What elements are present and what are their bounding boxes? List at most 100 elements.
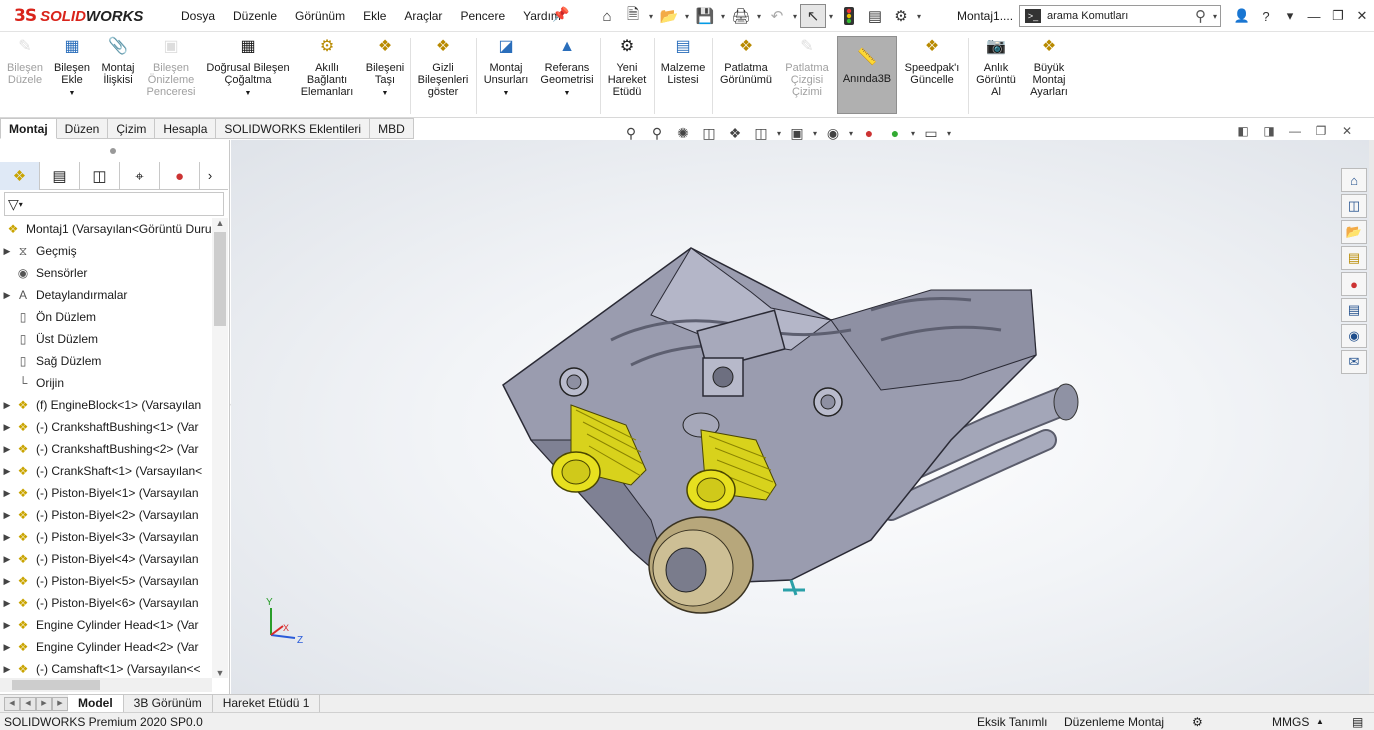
restore-icon[interactable]: ❐ bbox=[1326, 8, 1350, 24]
view-orientation-dropdown-icon[interactable]: ▾ bbox=[774, 129, 784, 138]
units-dropdown-icon[interactable]: ▲ bbox=[1316, 717, 1324, 726]
tree-item[interactable]: ▶ ❖ (-) Piston-Biyel<3> (Varsayılan bbox=[0, 526, 212, 548]
expand-arrow-icon[interactable]: ▶ bbox=[0, 444, 14, 455]
undo-icon[interactable]: ↶ bbox=[764, 4, 790, 28]
tab-montaj[interactable]: Montaj bbox=[0, 118, 57, 139]
search-dropdown-icon[interactable]: ▾ bbox=[1210, 12, 1220, 21]
expand-arrow-icon[interactable]: ▶ bbox=[0, 400, 14, 411]
expand-arrow-icon[interactable]: ▶ bbox=[0, 664, 14, 675]
view-orientation-icon[interactable]: ◫ bbox=[748, 125, 774, 142]
tab-mbd[interactable]: MBD bbox=[370, 118, 414, 139]
pane-right-icon[interactable]: ◨ bbox=[1258, 124, 1280, 138]
apply-scene-icon[interactable]: ● bbox=[882, 125, 908, 141]
hide-show-dropdown-icon[interactable]: ▾ bbox=[846, 129, 856, 138]
viewport-close-icon[interactable]: ✕ bbox=[1336, 124, 1358, 138]
large-assembly-settings-button[interactable]: ❖ Büyük Montaj Ayarları bbox=[1024, 36, 1074, 99]
tab-solidworks-eklentileri[interactable]: SOLIDWORKS Eklentileri bbox=[216, 118, 371, 139]
solidworks-forum-icon[interactable]: ◉ bbox=[1341, 324, 1367, 348]
expand-arrow-icon[interactable]: ▶ bbox=[0, 510, 14, 521]
tree-item[interactable]: ▯ Sağ Düzlem bbox=[0, 350, 212, 372]
tree-item[interactable]: ▶ ❖ Engine Cylinder Head<2> (Var bbox=[0, 636, 212, 658]
expand-arrow-icon[interactable]: ▶ bbox=[0, 554, 14, 565]
file-explorer-icon[interactable]: 📂 bbox=[1341, 220, 1367, 244]
tab-motion-study[interactable]: Hareket Etüdü 1 bbox=[213, 694, 321, 713]
tab-3d-view[interactable]: 3B Görünüm bbox=[124, 694, 213, 713]
scroll-up-icon[interactable]: ▲ bbox=[212, 218, 228, 228]
close-icon[interactable]: ✕ bbox=[1350, 8, 1374, 24]
tree-item[interactable]: ▶ ❖ (f) EngineBlock<1> (Varsayılan bbox=[0, 394, 212, 416]
status-units[interactable]: MMGS bbox=[1272, 715, 1309, 729]
dynamic-annotation-icon[interactable]: ❖ bbox=[722, 125, 748, 142]
expand-arrow-icon[interactable]: ▶ bbox=[0, 488, 14, 499]
view-settings-icon[interactable]: ▭ bbox=[918, 125, 944, 142]
save-dropdown-icon[interactable]: ▾ bbox=[718, 12, 728, 21]
search-input[interactable]: arama Komutları bbox=[1041, 10, 1195, 22]
home-icon[interactable]: ⌂ bbox=[594, 4, 620, 28]
assembly-features-dropdown-icon[interactable]: ▼ bbox=[503, 88, 510, 100]
viewport-restore-icon[interactable]: ❐ bbox=[1310, 124, 1332, 138]
solidworks-logo[interactable]: 3S SOLIDWORKS bbox=[0, 0, 160, 32]
display-style-dropdown-icon[interactable]: ▾ bbox=[810, 129, 820, 138]
update-speedpak-button[interactable]: ❖ Speedpak'ı Güncelle bbox=[900, 36, 964, 87]
user-account-icon[interactable]: 👤 bbox=[1230, 8, 1254, 24]
tree-item[interactable]: ▶ ❖ (-) CrankshaftBushing<1> (Var bbox=[0, 416, 212, 438]
tree-item[interactable]: ▶ ⧖ Geçmiş bbox=[0, 240, 212, 262]
solidworks-resources-icon[interactable]: ⌂ bbox=[1341, 168, 1367, 192]
featuremanager-tab-icon[interactable]: ❖ bbox=[0, 162, 40, 190]
tree-filter-bar[interactable]: ▽ ▾ bbox=[4, 192, 224, 216]
tree-item[interactable]: ▶ ❖ (-) CrankShaft<1> (Varsayılan< bbox=[0, 460, 212, 482]
tree-item[interactable]: ▶ A Detaylandırmalar bbox=[0, 284, 212, 306]
select-cursor-icon[interactable]: ↖ bbox=[800, 4, 826, 28]
exploded-view-button[interactable]: ❖ Patlatma Görünümü bbox=[714, 36, 778, 87]
insert-component-dropdown-icon[interactable]: ▼ bbox=[69, 88, 76, 100]
prev-tab-icon[interactable]: ◀ bbox=[20, 696, 36, 711]
tree-item[interactable]: ◉ Sensörler bbox=[0, 262, 212, 284]
menu-dosya[interactable]: Dosya bbox=[172, 9, 224, 23]
linear-pattern-dropdown-icon[interactable]: ▼ bbox=[245, 88, 252, 100]
save-icon[interactable]: 💾 bbox=[692, 4, 718, 28]
edit-appearance-icon[interactable]: ● bbox=[856, 125, 882, 141]
insert-component-button[interactable]: ▦ Bileşen Ekle ▼ bbox=[50, 36, 94, 100]
reference-geometry-dropdown-icon[interactable]: ▼ bbox=[564, 88, 571, 100]
tree-item[interactable]: ▶ ❖ (-) Piston-Biyel<6> (Varsayılan bbox=[0, 592, 212, 614]
expand-arrow-icon[interactable]: ▶ bbox=[0, 466, 14, 477]
tab-cizim[interactable]: Çizim bbox=[108, 118, 156, 139]
next-tab-icon[interactable]: ▶ bbox=[36, 696, 52, 711]
filter-icon[interactable]: ▽ bbox=[8, 196, 19, 213]
view-settings-dropdown-icon[interactable]: ▾ bbox=[944, 129, 954, 138]
expand-arrow-icon[interactable]: ▶ bbox=[0, 598, 14, 609]
tree-item[interactable]: ▶ ❖ (-) Piston-Biyel<4> (Varsayılan bbox=[0, 548, 212, 570]
rebuild-traffic-light-icon[interactable] bbox=[836, 4, 862, 28]
previous-view-icon[interactable]: ✺ bbox=[670, 125, 696, 142]
expand-arrow-icon[interactable]: ▶ bbox=[0, 422, 14, 433]
tree-item[interactable]: ▶ ❖ Engine Cylinder Head<1> (Var bbox=[0, 614, 212, 636]
configurationmanager-tab-icon[interactable]: ◫ bbox=[80, 162, 120, 190]
print-dropdown-icon[interactable]: ▾ bbox=[754, 12, 764, 21]
tab-duzen[interactable]: Düzen bbox=[56, 118, 109, 139]
filter-dropdown-icon[interactable]: ▾ bbox=[19, 200, 23, 209]
tree-item[interactable]: ▶ ❖ (-) Piston-Biyel<2> (Varsayılan bbox=[0, 504, 212, 526]
pin-menu-icon[interactable]: 📌 bbox=[552, 6, 569, 23]
rebuild-status-icon[interactable]: ⚙ bbox=[1192, 715, 1203, 729]
take-snapshot-button[interactable]: 📷 Anlık Görüntü Al bbox=[970, 36, 1022, 99]
view-palette-icon[interactable]: ▤ bbox=[1341, 246, 1367, 270]
undo-dropdown-icon[interactable]: ▾ bbox=[790, 12, 800, 21]
design-library-icon[interactable]: ◫ bbox=[1341, 194, 1367, 218]
tree-item[interactable]: └ Orijin bbox=[0, 372, 212, 394]
tree-item[interactable]: ▶ ❖ (-) Piston-Biyel<5> (Varsayılan bbox=[0, 570, 212, 592]
open-folder-icon[interactable]: 📂 bbox=[656, 4, 682, 28]
print-icon[interactable]: 🖨 bbox=[728, 4, 754, 28]
custom-properties-icon[interactable]: ▤ bbox=[1341, 298, 1367, 322]
search-icon[interactable]: ⚲ bbox=[1195, 7, 1210, 25]
tree-root-assembly[interactable]: ❖ Montaj1 (Varsayılan<Görüntü Duru bbox=[0, 218, 212, 240]
hide-show-items-icon[interactable]: ◉ bbox=[820, 125, 846, 142]
tree-horizontal-scrollbar[interactable] bbox=[0, 678, 212, 692]
menu-ekle[interactable]: Ekle bbox=[354, 9, 395, 23]
dimxpert-tab-icon[interactable]: ⌖ bbox=[120, 162, 160, 190]
command-search-box[interactable]: >_ arama Komutları ⚲ ▾ bbox=[1019, 5, 1221, 27]
show-hidden-button[interactable]: ❖ Gizli Bileşenleri göster bbox=[414, 36, 472, 99]
minimize-icon[interactable]: — bbox=[1302, 9, 1326, 24]
zoom-to-area-icon[interactable]: ⚲ bbox=[644, 125, 670, 142]
new-document-icon[interactable]: 🗎 bbox=[620, 4, 646, 28]
section-view-icon[interactable]: ◫ bbox=[696, 125, 722, 142]
